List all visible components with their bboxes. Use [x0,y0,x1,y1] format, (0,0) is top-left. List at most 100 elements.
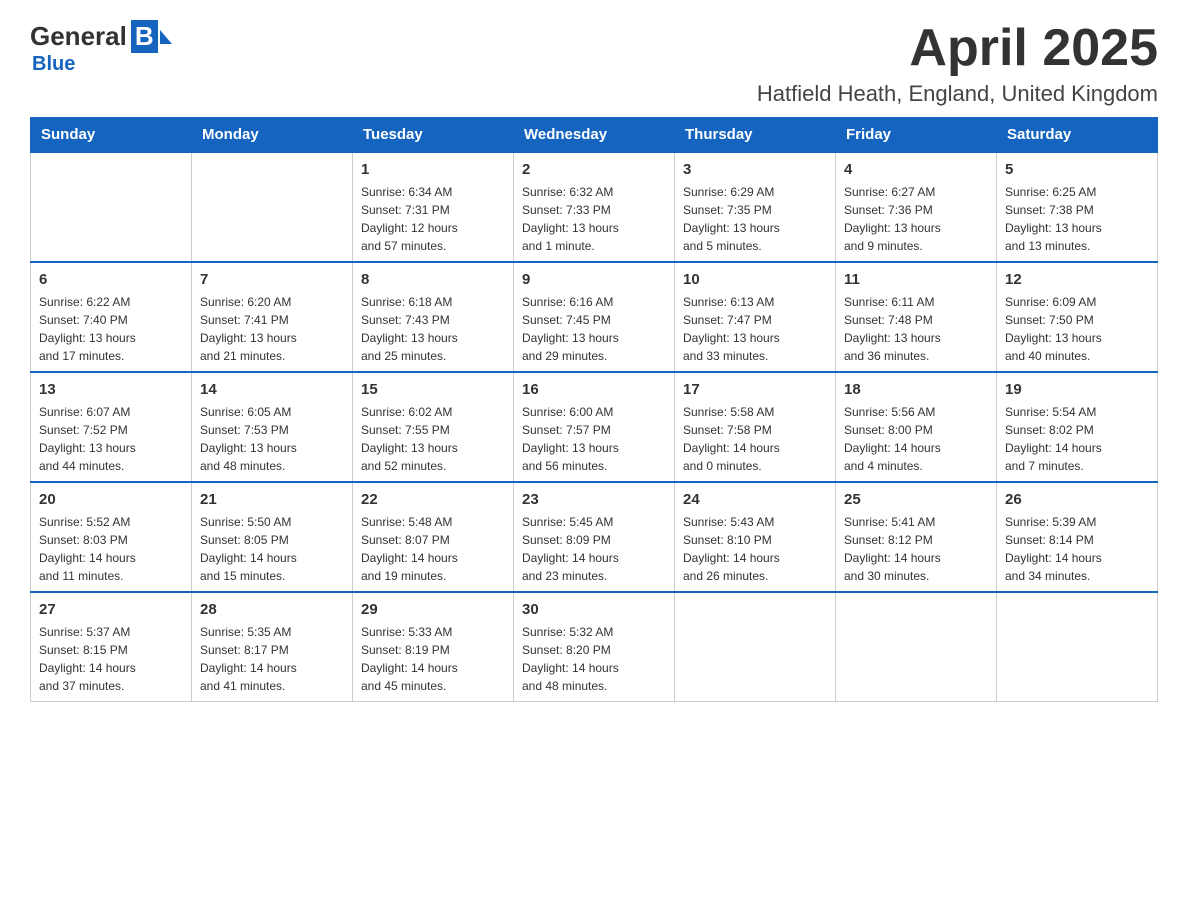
day-info: Sunrise: 5:43 AM Sunset: 8:10 PM Dayligh… [683,513,827,585]
day-info: Sunrise: 5:39 AM Sunset: 8:14 PM Dayligh… [1005,513,1149,585]
calendar-cell: 3 Sunrise: 6:29 AM Sunset: 7:35 PM Daylig… [675,152,836,262]
day-number: 29 [361,599,505,620]
day-info: Sunrise: 5:54 AM Sunset: 8:02 PM Dayligh… [1005,403,1149,475]
day-info: Sunrise: 5:45 AM Sunset: 8:09 PM Dayligh… [522,513,666,585]
day-info: Sunrise: 6:00 AM Sunset: 7:57 PM Dayligh… [522,403,666,475]
calendar-cell: 15 Sunrise: 6:02 AM Sunset: 7:55 PM Dayli… [353,372,514,482]
day-info: Sunrise: 6:16 AM Sunset: 7:45 PM Dayligh… [522,293,666,365]
week-row-5: 27 Sunrise: 5:37 AM Sunset: 8:15 PM Dayli… [31,592,1158,702]
week-row-3: 13 Sunrise: 6:07 AM Sunset: 7:52 PM Dayli… [31,372,1158,482]
day-number: 1 [361,159,505,180]
weekday-header-thursday: Thursday [675,118,836,153]
day-info: Sunrise: 6:13 AM Sunset: 7:47 PM Dayligh… [683,293,827,365]
calendar-cell: 28Sunrise: 5:35 AM Sunset: 8:17 PM Dayli… [192,592,353,702]
day-number: 13 [39,379,183,400]
logo-arrow [160,30,172,44]
day-number: 28 [200,599,344,620]
day-info: Sunrise: 5:56 AM Sunset: 8:00 PM Dayligh… [844,403,988,475]
day-number: 21 [200,489,344,510]
week-row-4: 20 Sunrise: 5:52 AM Sunset: 8:03 PM Dayli… [31,482,1158,592]
calendar-cell: 17Sunrise: 5:58 AM Sunset: 7:58 PM Dayli… [675,372,836,482]
calendar-cell: 9 Sunrise: 6:16 AM Sunset: 7:45 PM Daylig… [514,262,675,372]
day-info: Sunrise: 6:27 AM Sunset: 7:36 PM Dayligh… [844,183,988,255]
calendar-cell: 29 Sunrise: 5:33 AM Sunset: 8:19 PM Dayli… [353,592,514,702]
day-info: Sunrise: 5:41 AM Sunset: 8:12 PM Dayligh… [844,513,988,585]
day-info: Sunrise: 5:52 AM Sunset: 8:03 PM Dayligh… [39,513,183,585]
day-info: Sunrise: 5:58 AM Sunset: 7:58 PM Dayligh… [683,403,827,475]
calendar-cell [31,152,192,262]
day-number: 19 [1005,379,1149,400]
day-number: 9 [522,269,666,290]
day-number: 23 [522,489,666,510]
calendar-cell: 27 Sunrise: 5:37 AM Sunset: 8:15 PM Dayli… [31,592,192,702]
day-number: 18 [844,379,988,400]
day-number: 25 [844,489,988,510]
calendar-cell: 30 Sunrise: 5:32 AM Sunset: 8:20 PM Dayli… [514,592,675,702]
day-info: Sunrise: 5:37 AM Sunset: 8:15 PM Dayligh… [39,623,183,695]
calendar-cell: 23 Sunrise: 5:45 AM Sunset: 8:09 PM Dayli… [514,482,675,592]
day-info: Sunrise: 6:25 AM Sunset: 7:38 PM Dayligh… [1005,183,1149,255]
calendar-table: SundayMondayTuesdayWednesdayThursdayFrid… [30,117,1158,702]
day-number: 15 [361,379,505,400]
day-info: Sunrise: 5:32 AM Sunset: 8:20 PM Dayligh… [522,623,666,695]
day-info: Sunrise: 6:07 AM Sunset: 7:52 PM Dayligh… [39,403,183,475]
day-info: Sunrise: 6:05 AM Sunset: 7:53 PM Dayligh… [200,403,344,475]
day-number: 10 [683,269,827,290]
calendar-cell [836,592,997,702]
day-info: Sunrise: 5:50 AM Sunset: 8:05 PM Dayligh… [200,513,344,585]
calendar-cell: 10 Sunrise: 6:13 AM Sunset: 7:47 PM Dayli… [675,262,836,372]
day-info: Sunrise: 6:02 AM Sunset: 7:55 PM Dayligh… [361,403,505,475]
weekday-header-wednesday: Wednesday [514,118,675,153]
day-number: 24 [683,489,827,510]
location: Hatfield Heath, England, United Kingdom [757,81,1158,107]
logo-blue: B [131,20,158,53]
day-number: 3 [683,159,827,180]
day-info: Sunrise: 6:22 AM Sunset: 7:40 PM Dayligh… [39,293,183,365]
day-info: Sunrise: 6:11 AM Sunset: 7:48 PM Dayligh… [844,293,988,365]
calendar-cell: 11Sunrise: 6:11 AM Sunset: 7:48 PM Dayli… [836,262,997,372]
weekday-header-monday: Monday [192,118,353,153]
day-number: 6 [39,269,183,290]
calendar-cell: 24 Sunrise: 5:43 AM Sunset: 8:10 PM Dayli… [675,482,836,592]
day-info: Sunrise: 6:34 AM Sunset: 7:31 PM Dayligh… [361,183,505,255]
day-number: 8 [361,269,505,290]
day-info: Sunrise: 6:20 AM Sunset: 7:41 PM Dayligh… [200,293,344,365]
day-number: 16 [522,379,666,400]
weekday-header-sunday: Sunday [31,118,192,153]
day-number: 30 [522,599,666,620]
week-row-1: 1 Sunrise: 6:34 AM Sunset: 7:31 PM Daylig… [31,152,1158,262]
week-row-2: 6 Sunrise: 6:22 AM Sunset: 7:40 PM Daylig… [31,262,1158,372]
day-number: 26 [1005,489,1149,510]
day-info: Sunrise: 5:48 AM Sunset: 8:07 PM Dayligh… [361,513,505,585]
day-number: 4 [844,159,988,180]
day-number: 22 [361,489,505,510]
calendar-cell: 2Sunrise: 6:32 AM Sunset: 7:33 PM Daylig… [514,152,675,262]
logo-text: General B [30,20,172,53]
logo: General B Blue [30,20,172,76]
weekday-header-saturday: Saturday [997,118,1158,153]
day-number: 27 [39,599,183,620]
calendar-cell: 20 Sunrise: 5:52 AM Sunset: 8:03 PM Dayli… [31,482,192,592]
calendar-cell: 7Sunrise: 6:20 AM Sunset: 7:41 PM Daylig… [192,262,353,372]
day-number: 12 [1005,269,1149,290]
day-number: 20 [39,489,183,510]
day-number: 14 [200,379,344,400]
logo-general: General [30,21,127,52]
calendar-cell: 1 Sunrise: 6:34 AM Sunset: 7:31 PM Daylig… [353,152,514,262]
calendar-cell: 13 Sunrise: 6:07 AM Sunset: 7:52 PM Dayli… [31,372,192,482]
calendar-cell: 19 Sunrise: 5:54 AM Sunset: 8:02 PM Dayli… [997,372,1158,482]
page-header: General B Blue April 2025 Hatfield Heath… [30,20,1158,107]
month-year: April 2025 [757,20,1158,77]
logo-subtitle: Blue [32,53,75,76]
day-info: Sunrise: 6:29 AM Sunset: 7:35 PM Dayligh… [683,183,827,255]
calendar-cell: 16 Sunrise: 6:00 AM Sunset: 7:57 PM Dayli… [514,372,675,482]
day-info: Sunrise: 5:33 AM Sunset: 8:19 PM Dayligh… [361,623,505,695]
day-info: Sunrise: 6:09 AM Sunset: 7:50 PM Dayligh… [1005,293,1149,365]
weekday-header-friday: Friday [836,118,997,153]
title-area: April 2025 Hatfield Heath, England, Unit… [757,20,1158,107]
calendar-cell: 5Sunrise: 6:25 AM Sunset: 7:38 PM Daylig… [997,152,1158,262]
calendar-cell: 12 Sunrise: 6:09 AM Sunset: 7:50 PM Dayli… [997,262,1158,372]
day-info: Sunrise: 6:32 AM Sunset: 7:33 PM Dayligh… [522,183,666,255]
calendar-cell: 22 Sunrise: 5:48 AM Sunset: 8:07 PM Dayli… [353,482,514,592]
calendar-header-row: SundayMondayTuesdayWednesdayThursdayFrid… [31,118,1158,153]
